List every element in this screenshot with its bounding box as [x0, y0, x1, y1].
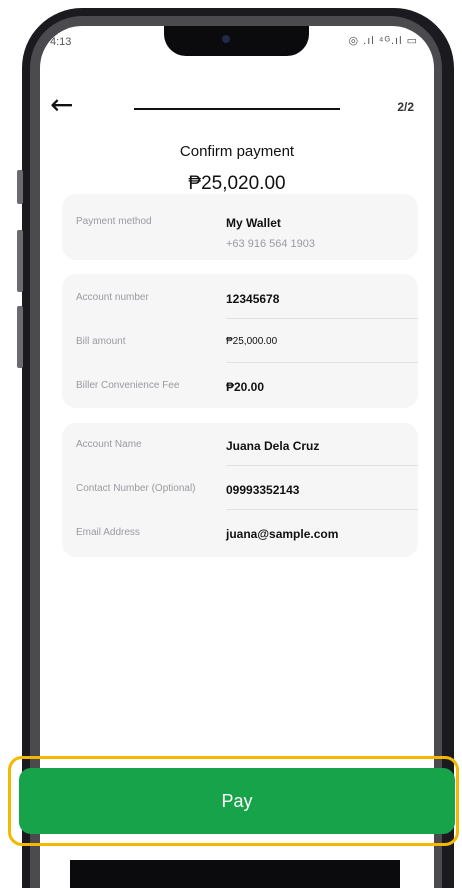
- payment-method-row: Payment method My Wallet +63 916 564 190…: [76, 216, 404, 260]
- phone-side-button: [17, 306, 23, 368]
- total-amount: ₱25,020.00: [188, 173, 286, 194]
- row-divider: [226, 465, 418, 466]
- account-number-label: Account number: [76, 292, 149, 303]
- camera-icon: [222, 35, 230, 43]
- convenience-fee-value: ₱20.00: [226, 380, 265, 394]
- account-number-value: 12345678: [226, 292, 280, 306]
- row-divider: [226, 362, 418, 363]
- status-time: 4:13: [50, 36, 72, 48]
- list-item: Account number 12345678: [76, 292, 404, 336]
- wallet-name: My Wallet: [226, 216, 281, 230]
- top-bar: ← 2/2: [40, 90, 434, 126]
- bill-amount-value: ₱25,000.00: [226, 336, 278, 347]
- convenience-fee-label: Biller Convenience Fee: [76, 380, 180, 391]
- contact-number-label: Contact Number (Optional): [76, 483, 196, 494]
- account-name-label: Account Name: [76, 439, 142, 450]
- row-divider: [226, 509, 418, 510]
- list-item: Account Name Juana Dela Cruz: [76, 439, 404, 483]
- list-item: Email Address juana@sample.com: [76, 527, 404, 571]
- row-divider: [226, 318, 418, 319]
- list-item: Bill amount ₱25,000.00: [76, 336, 404, 380]
- step-counter: 2/2: [397, 100, 414, 114]
- email-address-label: Email Address: [76, 527, 140, 538]
- bill-amount-label: Bill amount: [76, 336, 126, 347]
- bill-details-card: Account number 12345678 Bill amount ₱25,…: [62, 274, 418, 408]
- wallet-number: +63 916 564 1903: [226, 238, 316, 250]
- phone-side-button: [17, 170, 23, 204]
- contact-number-value: 09993352143: [226, 483, 300, 497]
- email-address-value: juana@sample.com: [226, 527, 339, 541]
- status-icons: ◎ .ıl ⁴ᴳ.ıl ▭: [348, 35, 418, 47]
- list-item: Biller Convenience Fee ₱20.00: [76, 380, 404, 424]
- progress-indicator: [134, 108, 340, 110]
- phone-side-button: [17, 230, 23, 292]
- phone-bottom-bezel: [70, 860, 400, 888]
- pay-button[interactable]: Pay: [19, 768, 455, 834]
- list-item: Contact Number (Optional) 09993352143: [76, 483, 404, 527]
- payment-method-label: Payment method: [76, 216, 152, 227]
- back-arrow-icon[interactable]: ←: [50, 90, 73, 120]
- payment-method-card: Payment method My Wallet +63 916 564 190…: [62, 194, 418, 260]
- account-details-card: Account Name Juana Dela Cruz Contact Num…: [62, 423, 418, 557]
- account-name-value: Juana Dela Cruz: [226, 439, 320, 453]
- notch: [164, 26, 309, 56]
- page-title: Confirm payment: [179, 143, 295, 160]
